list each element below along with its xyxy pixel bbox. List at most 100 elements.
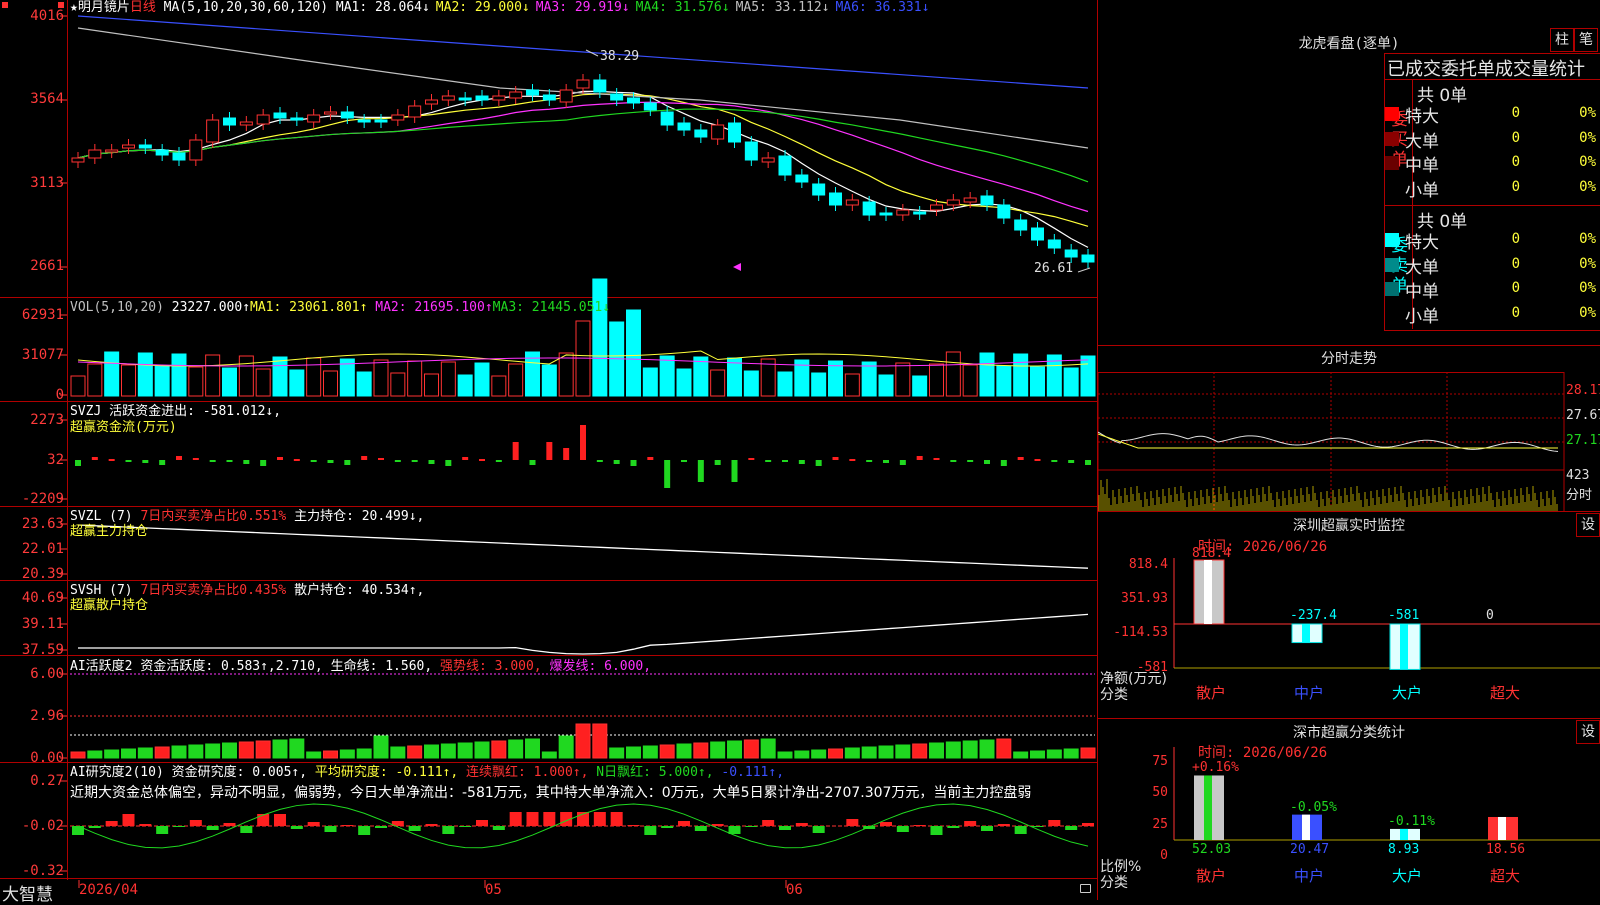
sz-stats-bar-highlight	[1498, 816, 1506, 840]
sz-stats-category: 大户	[1392, 867, 1423, 885]
research-bar	[543, 812, 556, 826]
volume-bar	[844, 373, 860, 397]
volume-bar	[727, 357, 742, 397]
ai-active-header: AI活跃度2 资金活跃度: 0.583↑,2.710, 生命线: 1.560, …	[70, 660, 651, 674]
volume-bar	[121, 364, 136, 397]
volume-bar	[962, 364, 978, 397]
kline-area[interactable]: ★明月镜片日线 MA(5,10,20,30,60,120) MA1: 28.06…	[0, 0, 1098, 905]
intraday-panel[interactable]: 分时走势 28.17 27.67 27.17 423 分时	[1098, 346, 1600, 511]
ai-active-tick-3: 0.00	[30, 750, 64, 766]
sz-monitor-panel: 深圳超赢实时监控 设 时间: 2026/06/26 818.4 351.93 -…	[1098, 512, 1600, 718]
main-holding-line	[77, 524, 1089, 569]
fund-flow-bar	[176, 456, 182, 460]
research-bar	[324, 826, 337, 832]
sz-stats-tick-3: 25	[1152, 817, 1168, 832]
buy-row-count: 0	[1511, 178, 1520, 195]
sz-stats-cat: 分类	[1100, 875, 1128, 891]
sz-monitor-category: 超大	[1490, 684, 1521, 702]
research-bar	[846, 819, 859, 826]
lock-icon[interactable]	[1080, 884, 1091, 893]
month-06: 06	[786, 882, 803, 898]
candle-body	[391, 114, 405, 121]
volume-bars	[70, 278, 1096, 397]
sz-monitor-bar-value: 0	[1486, 608, 1494, 623]
activity-bar	[541, 751, 557, 759]
fund-flow-bar	[108, 459, 115, 461]
ai-active-text5: 爆发线: 6.000,	[549, 659, 652, 674]
buy-row-pct: 0%	[1579, 105, 1596, 121]
activity-bar	[525, 738, 540, 759]
activity-bar	[154, 746, 170, 759]
sz-stats-bar-highlight	[1400, 828, 1408, 840]
bar-mode-button[interactable]: 柱	[1550, 28, 1574, 52]
volume-bar	[171, 353, 187, 397]
research-bar	[812, 826, 825, 833]
intraday-avg-line	[1098, 433, 1558, 449]
buy-swatch-4	[1385, 180, 1399, 195]
research-bar	[206, 826, 219, 830]
sz-stats-chart[interactable]	[1098, 719, 1600, 900]
svsh-hold: 散户持仓: 40.534↑,	[294, 583, 425, 598]
ai-research-text3: 连续飘红: 1.000↑,	[466, 765, 589, 780]
fund-flow-bar	[967, 460, 974, 462]
fund-flow-bar	[75, 460, 81, 466]
candle-body	[172, 152, 186, 161]
buy-row-name: 特大	[1405, 107, 1439, 127]
brand-label[interactable]: 大智慧	[2, 880, 53, 905]
sz-stats-tick-1: 75	[1152, 754, 1168, 769]
activity-bar	[323, 750, 338, 759]
research-bar	[880, 822, 892, 826]
svsh-tick-3: 37.59	[21, 642, 64, 658]
pen-mode-button[interactable]: 笔	[1574, 28, 1598, 52]
sz-monitor-chart[interactable]	[1098, 512, 1600, 718]
fund-flow-bar	[714, 460, 721, 465]
candle-body	[660, 111, 674, 126]
volume-bar	[693, 356, 709, 397]
research-bar	[290, 826, 303, 829]
activity-bar	[440, 743, 456, 759]
ai-research-text5: -0.111↑,	[721, 765, 785, 780]
intraday-tick-3: 27.17	[1566, 433, 1600, 448]
volume-bar	[491, 375, 507, 397]
intraday-chart[interactable]	[1098, 346, 1600, 511]
volume-bar	[188, 366, 204, 397]
volume-bar	[996, 365, 1012, 397]
candle-body	[643, 102, 657, 111]
fund-flow-bar	[243, 460, 250, 464]
svsh-tick-2: 39.11	[21, 616, 64, 632]
sz-monitor-cat: 分类	[1100, 687, 1128, 703]
activity-bar	[255, 740, 271, 759]
fund-flow-bar	[984, 460, 990, 464]
volume-bar	[323, 370, 338, 397]
intraday-vol-value: 423	[1566, 468, 1590, 483]
sz-stats-tick-2: 50	[1152, 785, 1168, 800]
research-bar	[678, 821, 690, 826]
fund-flow-bar	[260, 460, 267, 466]
fund-flow-bar	[344, 460, 351, 465]
sell-row-name: 中单	[1405, 282, 1439, 302]
fund-flow-bar	[1085, 460, 1091, 465]
activity-bar	[996, 738, 1012, 759]
date-start: 2026/04	[79, 882, 139, 898]
fund-flow-bar	[277, 457, 283, 460]
fund-flow-bar	[125, 460, 132, 462]
activity-bar	[642, 745, 658, 759]
buy-row-count: 0	[1511, 129, 1520, 146]
sz-monitor-tick-1: 818.4	[1128, 557, 1168, 572]
fund-flow-bar	[596, 460, 603, 462]
research-bar	[408, 826, 421, 831]
sz-stats-panel: 深市超赢分类统计 设 时间: 2026/06/26 75 50 25 0 比例%…	[1098, 719, 1600, 900]
activity-bar	[962, 740, 978, 759]
volume-bar	[676, 368, 692, 397]
vol-title: VOL(5,10,20)	[70, 300, 164, 315]
activity-bar	[373, 735, 389, 759]
activity-bar	[491, 740, 507, 759]
ai-active-tick-2: 2.96	[30, 708, 64, 724]
sz-monitor-category: 大户	[1392, 684, 1423, 702]
candle-body	[862, 201, 876, 216]
sz-stats-pct: 8.93	[1388, 842, 1420, 857]
fund-flow-bars	[75, 425, 1091, 488]
fund-flow-bar	[681, 460, 687, 462]
svsh-tick-1: 40.69	[21, 590, 64, 606]
research-bar	[930, 826, 943, 835]
